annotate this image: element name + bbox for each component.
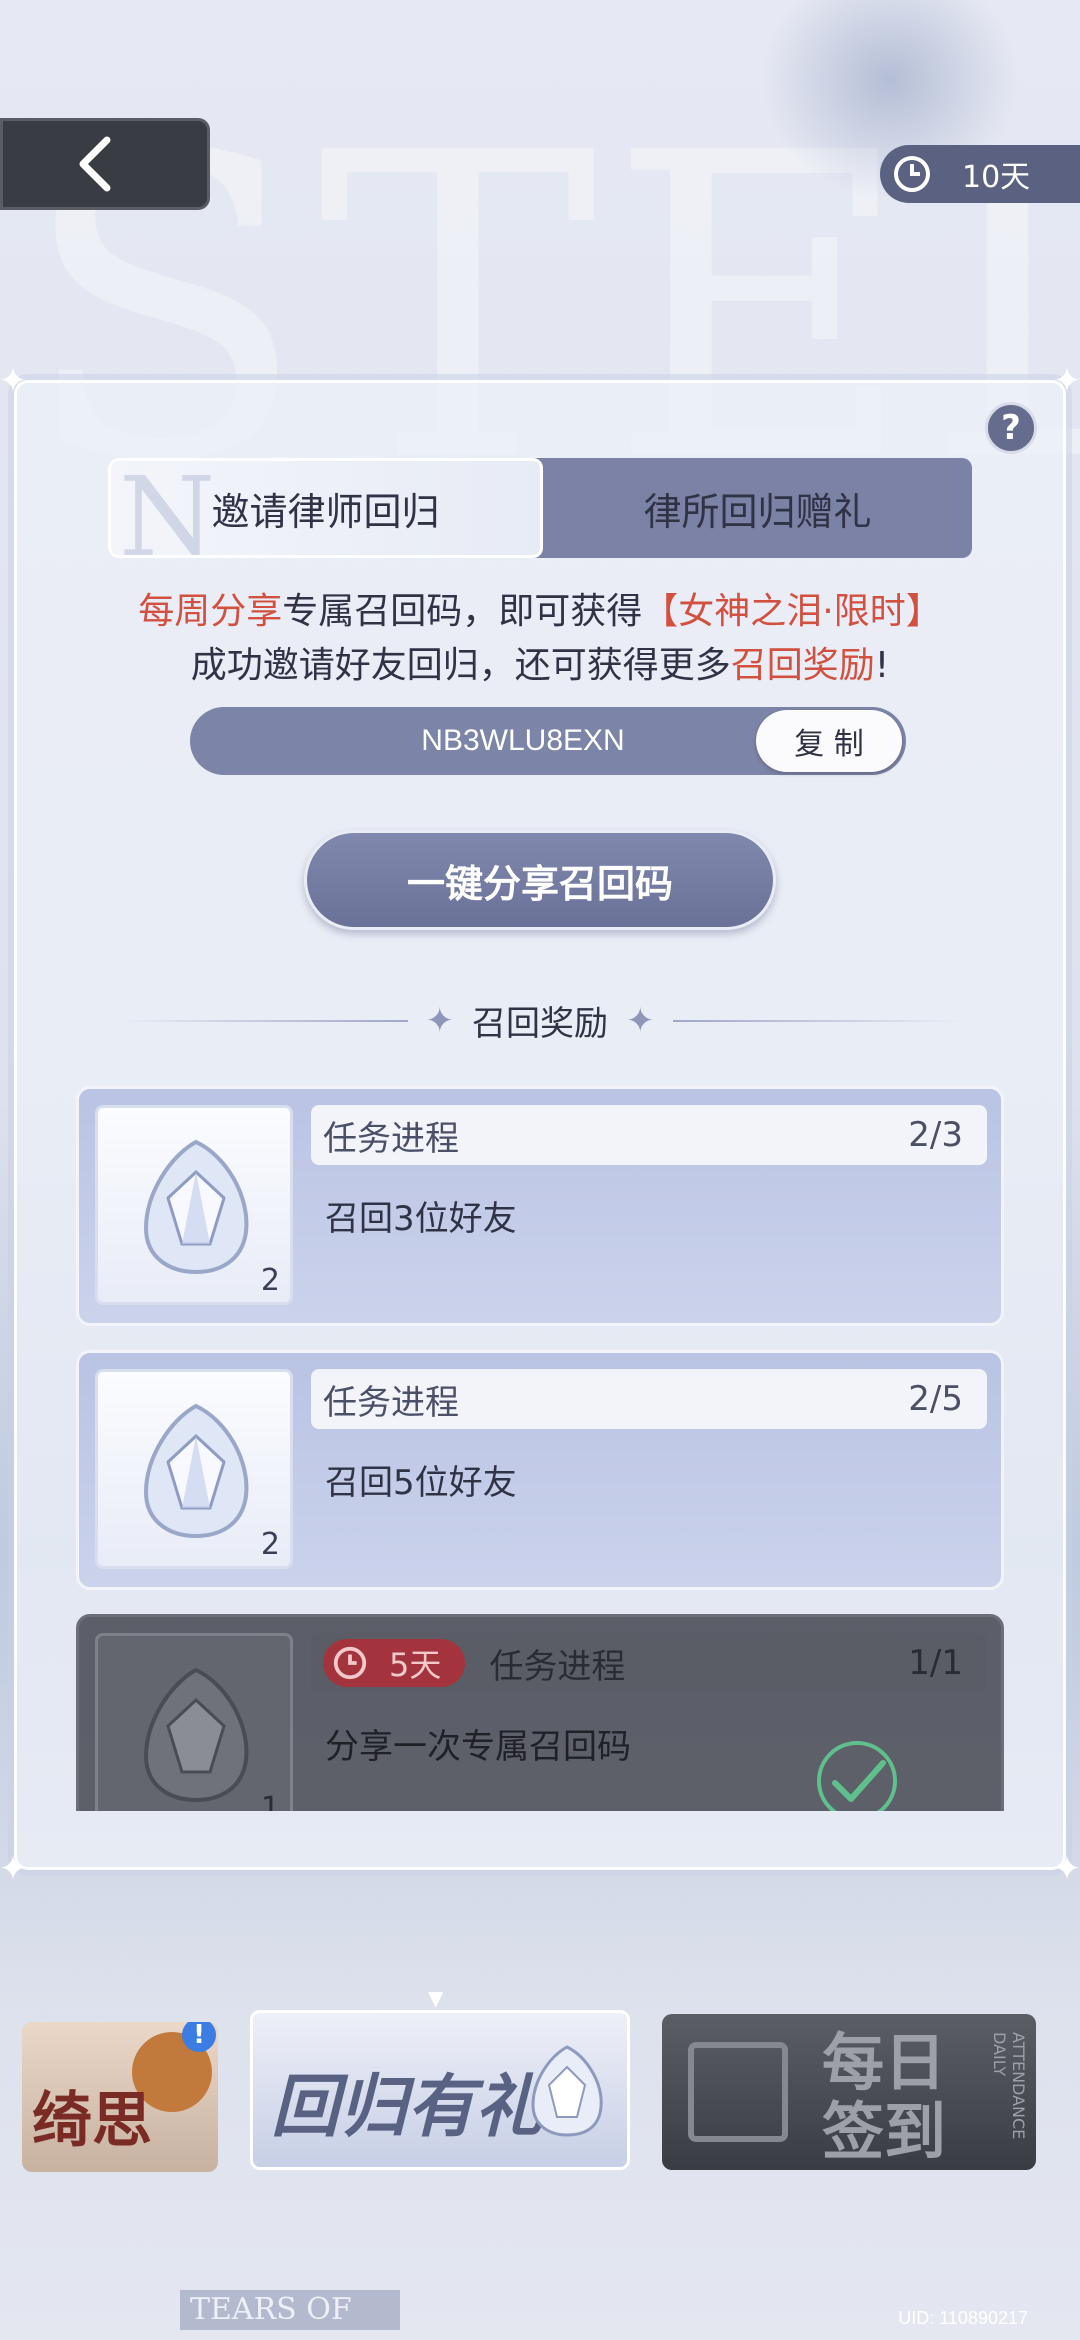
time-limit-badge: 5天 [323,1639,466,1687]
task-description: 分享一次专属召回码 [325,1727,631,1767]
reward-quantity: 1 [260,1791,280,1811]
help-button[interactable]: ? [985,402,1037,454]
intro-highlight: 每周分享 [138,591,283,632]
event-tab-label: 回归有礼 [271,2067,544,2147]
clock-icon [894,156,930,192]
calendar-icon [688,2042,788,2142]
reward-quantity: 2 [260,1263,280,1298]
copy-button-label: 复 制 [794,727,864,762]
reward-slot[interactable]: 2 [95,1369,293,1569]
intro-text: 专属召回码，即可获得 [282,591,643,632]
event-tab-return-gift[interactable]: 回归有礼 [250,2010,630,2170]
tab-invite-lawyer-return[interactable]: N 邀请律师回归 [108,458,543,558]
recall-code-value: NB3WLU8EXN [421,724,625,757]
tab-bar: N 邀请律师回归 律所回归赠礼 [108,458,972,558]
divider [672,1019,963,1022]
tear-gem-icon [143,1403,249,1539]
section-title: 召回奖励 [472,1004,608,1044]
event-tab-label: 每日 签到 [822,2026,947,2169]
task-description: 召回5位好友 [325,1463,517,1503]
share-recall-code-button[interactable]: 一键分享召回码 [304,830,776,930]
intro-line-2: 成功邀请好友回归，还可获得更多召回奖励! [0,636,1080,688]
sparkle-icon: ✦ [626,1000,655,1041]
checkmark-icon [817,1741,897,1811]
reward-quantity: 2 [260,1527,280,1562]
game-logo: TEARS OF [180,2290,400,2330]
section-header: ✦ 召回奖励 ✦ [0,996,1080,1045]
event-tab-daily-attendance[interactable]: 每日 签到 ATTENDANCE DAILY [662,2014,1036,2170]
n-logo-icon: N [119,458,216,558]
task-header: 5天 任务进程 1/1 [311,1633,987,1693]
sparkle-icon: ✦ [425,1000,455,1041]
task-header: 任务进程 2/5 [311,1369,987,1429]
task-progress: 2/5 [908,1379,963,1419]
tab-firm-return-gift[interactable]: 律所回归赠礼 [543,458,972,558]
divider [117,1019,408,1022]
corner-sparkle-icon: ✦ [1052,1849,1080,1889]
task-progress: 1/1 [908,1643,963,1683]
task-item: 2 任务进程 2/3 召回3位好友 [76,1086,1004,1326]
reward-slot[interactable]: 2 [95,1105,293,1305]
task-header-label: 任务进程 [323,1118,459,1159]
task-header-label: 任务进程 [489,1646,626,1687]
alert-badge: ! [182,2022,216,2052]
share-button-label: 一键分享召回码 [406,861,673,906]
event-tab-qisi[interactable]: 绮思 ! [22,2022,218,2172]
tab-label: 邀请律师回归 [211,489,440,534]
corner-sparkle-icon: ✦ [0,361,28,401]
event-tab-sublabel: ATTENDANCE DAILY [990,2032,1028,2140]
recall-code-field: NB3WLU8EXN 复 制 [190,707,906,775]
intro-line-1: 每周分享专属召回码，即可获得【女神之泪·限时】 [0,582,1080,634]
task-description: 召回3位好友 [325,1199,517,1239]
task-progress: 2/3 [908,1115,963,1155]
question-icon: ? [1001,408,1021,448]
intro-highlight: 召回奖励 [730,645,875,686]
task-header-label: 任务进程 [323,1382,459,1423]
selected-indicator-icon: ▼ [428,1986,444,2010]
user-id: UID: 110890217 [898,2308,1028,2328]
task-list[interactable]: 2 任务进程 2/3 召回3位好友 2 任务进程 2/5 召回5位好友 1 5天… [76,1086,1004,1811]
tear-gem-icon [531,2045,603,2137]
tear-gem-icon [143,1667,249,1803]
intro-text: 成功邀请好友回归，还可获得更多 [190,645,731,686]
task-item: 2 任务进程 2/5 召回5位好友 [76,1350,1004,1590]
remaining-time-text: 10天 [962,160,1031,195]
corner-sparkle-icon: ✦ [1052,361,1080,401]
remaining-time-pill: 10天 [880,145,1080,203]
corner-sparkle-icon: ✦ [0,1849,28,1889]
clock-icon [333,1646,367,1680]
bottom-event-nav: 绮思 ! 回归有礼 每日 签到 ATTENDANCE DAILY [0,2010,1080,2180]
intro-text: ! [874,645,890,686]
time-limit-text: 5天 [389,1646,442,1684]
intro-highlight: 【女神之泪·限时】 [642,591,942,632]
chevron-left-icon [79,136,111,192]
tear-gem-icon [143,1139,249,1275]
copy-button[interactable]: 复 制 [756,710,902,772]
task-item-completed: 1 5天 任务进程 1/1 分享一次专属召回码 [76,1614,1004,1811]
event-tab-label: 绮思 [32,2086,152,2156]
reward-slot[interactable]: 1 [95,1633,293,1811]
tab-label: 律所回归赠礼 [643,489,872,534]
back-button[interactable] [0,118,210,210]
task-header: 任务进程 2/3 [311,1105,987,1165]
